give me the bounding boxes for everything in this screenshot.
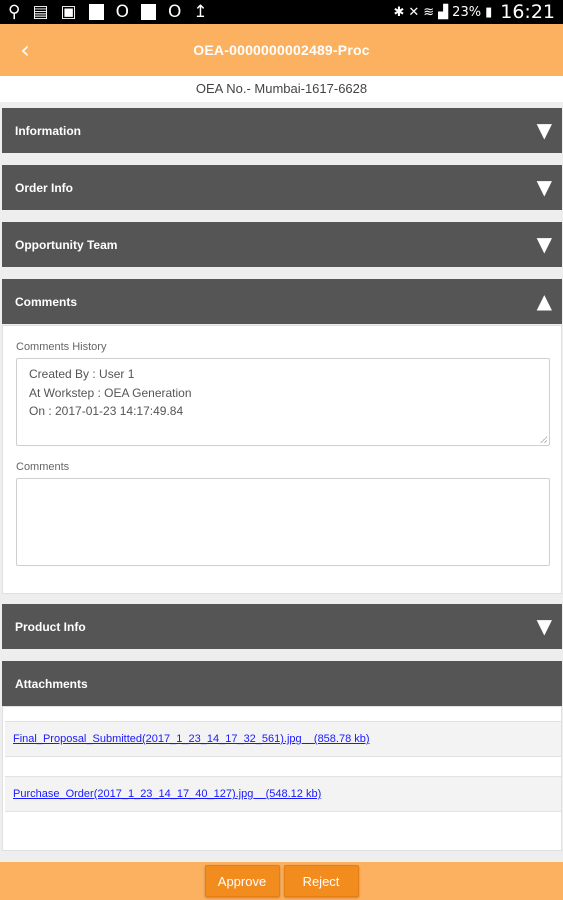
flipboard-icon [88, 4, 104, 20]
flipboard-icon-2 [140, 4, 156, 20]
history-workstep: At Workstep : OEA Generation [29, 385, 192, 400]
section-label: Order Info [15, 180, 74, 195]
usb-icon: ⚲ [8, 2, 21, 22]
section-information[interactable]: Information ▼ [2, 108, 562, 153]
chevron-left-icon: ‹ [20, 36, 30, 64]
oea-number: OEA No.- Mumbai-1617-6628 [0, 76, 563, 102]
app-bar: ‹ OEA-0000000002489-Proc [0, 24, 563, 76]
expand-down-icon: ▼ [536, 232, 552, 256]
comments-history-label: Comments History [16, 341, 107, 353]
notification-icons: ⚲ ▤ ▣ O O ↥ [8, 2, 208, 22]
section-comments[interactable]: Comments ▲ [2, 279, 562, 324]
comments-history-box[interactable]: Created By : User 1 At Workstep : OEA Ge… [16, 358, 550, 446]
section-label: Comments [15, 294, 78, 309]
mute-icon: ✕ [408, 4, 420, 20]
bluetooth-icon: ✱ [393, 4, 405, 20]
list-item: Purchase_Order(2017_1_23_14_17_40_127).j… [5, 776, 561, 812]
section-product-info[interactable]: Product Info ▼ [2, 604, 562, 649]
section-attachments[interactable]: Attachments [2, 661, 562, 706]
page-title: OEA-0000000002489-Proc [193, 42, 370, 58]
back-button[interactable]: ‹ [10, 34, 40, 66]
expand-down-icon: ▼ [536, 175, 552, 199]
expand-down-icon: ▼ [536, 118, 552, 142]
status-bar: ⚲ ▤ ▣ O O ↥ ✱ ✕ ≋ ▟ 23% ▮ 16:21 [0, 0, 563, 24]
clock: 16:21 [500, 1, 555, 23]
opera-icon-2: O [167, 2, 182, 22]
attachment-size: (548.12 kb) [265, 788, 322, 800]
comments-panel: Comments History Created By : User 1 At … [2, 325, 562, 594]
history-created-by: Created By : User 1 [29, 367, 135, 381]
wifi-icon: ≋ [423, 4, 435, 20]
attachment-name: Final_Proposal_Submitted(2017_1_23_14_17… [13, 733, 302, 745]
section-order-info[interactable]: Order Info ▼ [2, 165, 562, 210]
section-opportunity-team[interactable]: Opportunity Team ▼ [2, 222, 562, 267]
attachments-list: Final_Proposal_Submitted(2017_1_23_14_17… [2, 706, 562, 851]
list-item: Final_Proposal_Submitted(2017_1_23_14_17… [5, 721, 561, 757]
comments-label: Comments [16, 461, 70, 473]
attachment-link[interactable]: Final_Proposal_Submitted(2017_1_23_14_17… [13, 733, 370, 745]
section-label: Information [15, 123, 81, 138]
battery-text: 23% [452, 4, 482, 20]
attachment-name: Purchase_Order(2017_1_23_14_17_40_127).j… [13, 788, 254, 800]
signal-icon: ▟ [438, 4, 449, 20]
expand-down-icon: ▼ [536, 614, 552, 638]
action-bar: Approve Reject [0, 862, 563, 900]
opera-icon: O [115, 2, 129, 22]
section-label: Attachments [15, 676, 88, 691]
section-label: Product Info [15, 619, 86, 634]
image-icon: ▣ [60, 2, 77, 22]
reject-button[interactable]: Reject [283, 865, 359, 897]
upload-icon: ↥ [193, 2, 208, 22]
document-icon: ▤ [32, 2, 49, 22]
comments-input[interactable] [16, 478, 550, 566]
attachment-link[interactable]: Purchase_Order(2017_1_23_14_17_40_127).j… [13, 788, 321, 800]
section-label: Opportunity Team [15, 237, 118, 252]
resize-handle-icon[interactable] [540, 436, 547, 443]
battery-icon: ▮ [485, 4, 493, 20]
collapse-up-icon: ▲ [536, 289, 552, 313]
approve-button[interactable]: Approve [204, 865, 280, 897]
history-date: On : 2017-01-23 14:17:49.84 [29, 404, 184, 418]
attachment-size: (858.78 kb) [313, 733, 370, 745]
system-icons: ✱ ✕ ≋ ▟ 23% ▮ 16:21 [393, 1, 555, 23]
